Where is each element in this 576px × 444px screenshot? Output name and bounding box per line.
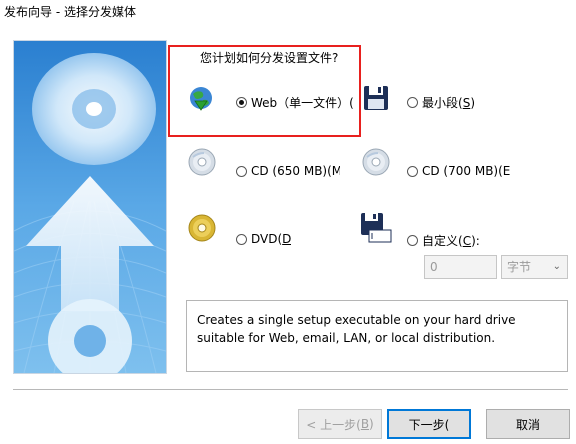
next-button[interactable]: 下一步( bbox=[387, 409, 471, 439]
option-custom[interactable]: 自定义(C): bbox=[407, 232, 480, 249]
custom-radio[interactable] bbox=[407, 235, 418, 246]
option-web[interactable]: Web（单一文件）( bbox=[236, 94, 358, 111]
dvd-icon bbox=[188, 214, 216, 242]
custom-size-input[interactable]: 0 bbox=[424, 255, 497, 279]
option-cd-650[interactable]: CD (650 MB)(M bbox=[236, 164, 340, 178]
custom-size-unit-select[interactable]: 字节 ⌄ bbox=[501, 255, 568, 279]
cd650-radio[interactable] bbox=[236, 165, 247, 177]
web-radio[interactable] bbox=[236, 97, 247, 108]
chevron-down-icon: ⌄ bbox=[552, 261, 561, 272]
custom-size-unit-label: 字节 bbox=[507, 260, 532, 274]
cancel-button[interactable]: 取消 bbox=[486, 409, 570, 439]
cd650-label: CD (650 MB)(M bbox=[251, 164, 340, 178]
window-title: 发布向导 - 选择分发媒体 bbox=[4, 5, 136, 19]
custom-label-main: 自定义( bbox=[422, 234, 463, 248]
button-separator bbox=[13, 389, 568, 390]
dvd-label-main: DVD( bbox=[251, 232, 283, 246]
back-label-main: < 上一步( bbox=[306, 417, 361, 432]
cd-icon bbox=[188, 148, 216, 176]
option-minimum-segment[interactable]: 最小段(S) bbox=[407, 94, 475, 111]
cd-icon bbox=[362, 148, 390, 176]
wizard-banner-image bbox=[13, 40, 167, 374]
floppy-custom-icon bbox=[361, 213, 392, 243]
dvd-accel-key: D bbox=[282, 232, 292, 246]
dvd-radio[interactable] bbox=[236, 233, 247, 245]
min-segment-label-end: ) bbox=[470, 95, 475, 110]
back-accel-key: B bbox=[360, 417, 370, 431]
custom-label-end: ): bbox=[471, 233, 480, 248]
option-cd-700[interactable]: CD (700 MB)(E bbox=[407, 164, 511, 178]
custom-accel-key: C bbox=[462, 233, 472, 248]
min-segment-accel-key: S bbox=[462, 95, 471, 110]
option-dvd[interactable]: DVD(D bbox=[236, 232, 291, 246]
back-label-end: ) bbox=[369, 417, 374, 431]
back-button[interactable]: < 上一步(B) bbox=[298, 409, 382, 439]
floppy-disk-icon bbox=[364, 86, 388, 110]
web-label: Web（单一文件）( bbox=[251, 96, 354, 110]
web-globe-icon bbox=[190, 87, 212, 111]
cd700-label: CD (700 MB)(E bbox=[422, 164, 511, 178]
min-segment-radio[interactable] bbox=[407, 97, 418, 108]
min-segment-label-main: 最小段( bbox=[422, 96, 463, 110]
option-description: Creates a single setup executable on you… bbox=[186, 300, 568, 372]
cd700-radio[interactable] bbox=[407, 165, 418, 177]
